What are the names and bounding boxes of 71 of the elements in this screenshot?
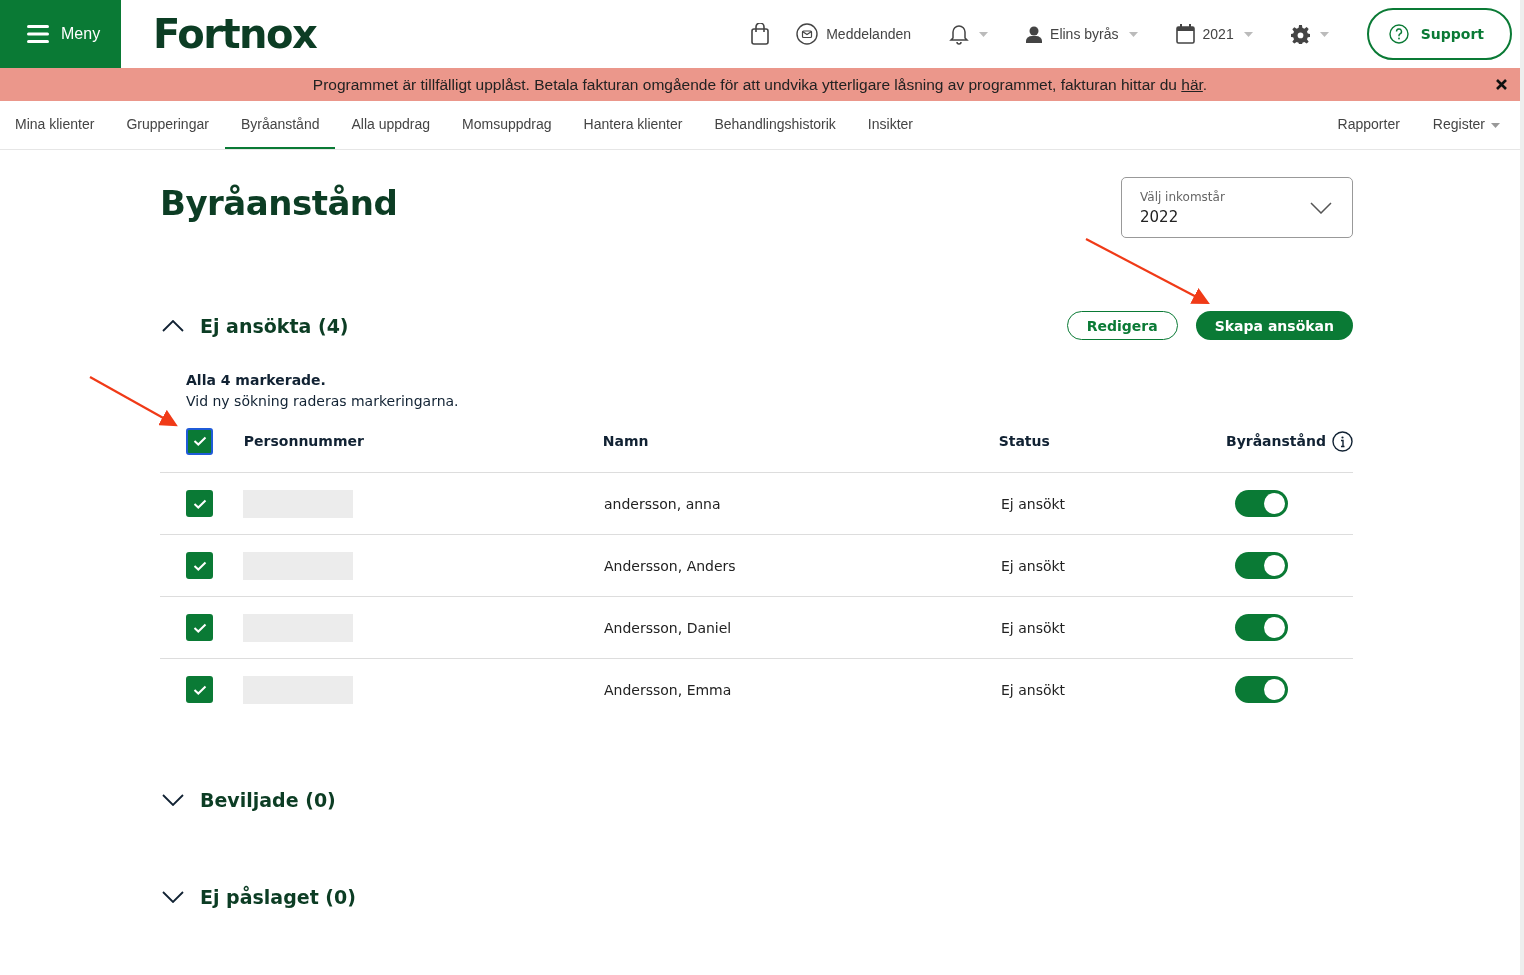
nav-tab[interactable]: Behandlingshistorik [698, 101, 852, 149]
toggle-switch[interactable] [1235, 552, 1288, 579]
chevron-down-icon[interactable] [162, 890, 184, 903]
nav-tab[interactable]: Insikter [851, 101, 929, 149]
check-icon [192, 436, 207, 446]
section-title[interactable]: Ej påslaget (0) [200, 885, 356, 908]
nav-tab[interactable]: Momsuppdrag [446, 101, 568, 149]
nav-tab[interactable]: Hantera klienter [567, 101, 699, 149]
messages-link[interactable]: Meddelanden [826, 26, 912, 42]
shopping-bag-icon[interactable] [750, 23, 771, 45]
envelope-icon[interactable] [796, 23, 819, 45]
year-select[interactable]: Välj inkomstår 2022 [1121, 177, 1353, 238]
year-menu[interactable]: 2021 [1202, 26, 1234, 42]
check-icon [192, 498, 207, 509]
caret-icon [1243, 31, 1253, 37]
row-checkbox[interactable] [186, 676, 213, 703]
table-cell: andersson, anna [604, 495, 721, 512]
nav-menu[interactable]: Rapporter [1337, 101, 1400, 149]
bell-icon[interactable] [949, 23, 970, 45]
nav-tab[interactable]: Alla uppdrag [335, 101, 447, 149]
settings-icon[interactable] [1290, 24, 1310, 44]
section-title[interactable]: Ej ansökta (4) [200, 314, 349, 337]
invoice-link[interactable]: här [1181, 75, 1203, 93]
toggle-switch[interactable] [1235, 614, 1288, 641]
info-icon[interactable] [1332, 430, 1353, 452]
row-checkbox[interactable] [186, 490, 213, 517]
check-icon [192, 560, 207, 571]
bureau-menu[interactable]: Elins byrås [1050, 26, 1119, 42]
menu-icon [27, 25, 49, 43]
support-button[interactable]: Support [1366, 8, 1512, 60]
check-icon [192, 622, 207, 633]
table-cell: Ej ansökt [1001, 495, 1066, 512]
page-title: Byråanstånd [160, 183, 398, 223]
column-header: Personnummer [243, 433, 364, 449]
select-all-checkbox[interactable] [186, 427, 213, 455]
table-cell: Ej ansökt [1001, 619, 1066, 636]
caret-icon [1128, 31, 1138, 37]
nav-tab[interactable]: Mina klienter [0, 101, 111, 149]
chevron-up-icon[interactable] [162, 319, 184, 332]
help-icon [1388, 24, 1409, 44]
chevron-down-icon [1310, 201, 1332, 214]
notice-text: Vid ny sökning raderas markeringarna. [186, 392, 460, 411]
nav-tab[interactable]: Grupperingar [110, 101, 225, 149]
edit-button[interactable]: Redigera [1066, 311, 1178, 340]
column-header: Byråanstånd [1225, 433, 1326, 449]
check-icon [192, 684, 207, 695]
menu-button[interactable]: Meny [0, 0, 121, 68]
caret-icon [1319, 31, 1329, 37]
toggle-switch[interactable] [1235, 676, 1288, 703]
nav-tab[interactable]: Byråanstånd [224, 101, 336, 149]
banner-message: Programmet är tillfälligt upplåst. Betala fakturan omgående för att undvika ytterligare låsning av programmet, fakturan hittar du här. [312, 75, 1208, 94]
table-cell: Ej ansökt [1001, 681, 1066, 698]
close-icon[interactable] [1496, 79, 1507, 90]
table-cell: Ej ansökt [1001, 557, 1066, 574]
chevron-down-icon[interactable] [162, 793, 184, 806]
caret-icon[interactable] [1491, 122, 1500, 128]
column-header: Status [998, 433, 1050, 449]
create-button[interactable]: Skapa ansökan [1195, 311, 1353, 340]
section-title[interactable]: Beviljade (0) [200, 788, 336, 811]
logo[interactable]: Fortnox [153, 11, 317, 57]
column-header: Namn [602, 433, 649, 449]
row-checkbox[interactable] [186, 552, 213, 579]
table-cell: Andersson, Anders [604, 557, 736, 574]
person-icon [1026, 25, 1043, 43]
row-checkbox[interactable] [186, 614, 213, 641]
calendar-icon [1175, 24, 1195, 44]
selection-notice: Alla 4 markerade. [186, 371, 327, 390]
nav-menu[interactable]: Register [1432, 101, 1485, 149]
toggle-switch[interactable] [1235, 490, 1288, 517]
table-cell: Andersson, Daniel [604, 619, 732, 636]
table-cell: Andersson, Emma [604, 681, 732, 698]
